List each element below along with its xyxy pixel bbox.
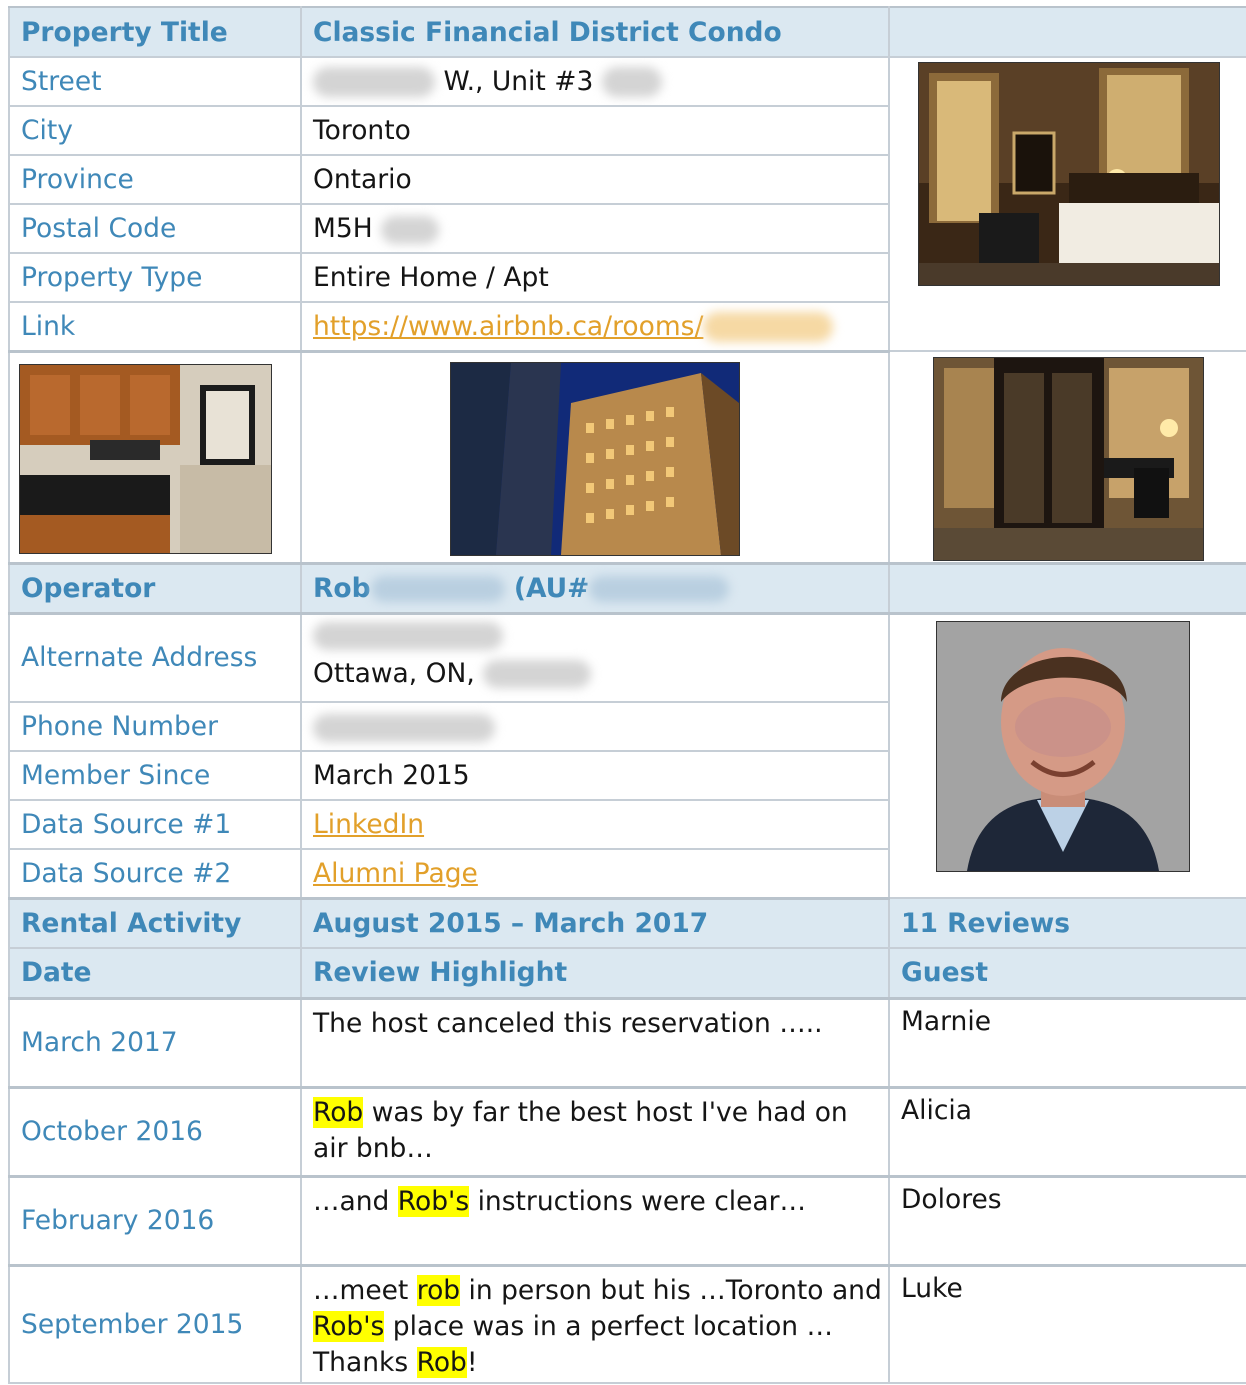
listing-link[interactable]: https://www.airbnb.ca/rooms/ <box>313 311 703 342</box>
operator-value-cell: Rob (AU# <box>301 563 890 615</box>
phone-number-label: Phone Number <box>8 702 302 752</box>
review-guest: Dolores <box>889 1176 1246 1267</box>
review-row: September 2015 …meet rob in person but h… <box>8 1265 1246 1384</box>
review-text: …meet <box>313 1274 417 1306</box>
operator-name: Rob <box>313 572 371 604</box>
redacted-street-number <box>313 67 435 98</box>
review-highlight-column-header: Review Highlight <box>301 948 890 1000</box>
data-source-1-cell: LinkedIn <box>301 800 890 850</box>
operator-empty-cell <box>889 563 1246 615</box>
redacted-listing-id <box>703 312 834 342</box>
review-guest: Marnie <box>889 998 1246 1089</box>
review-highlight: …and Rob's instructions were clear… <box>301 1176 890 1267</box>
street-value: W., Unit #3 <box>443 65 594 97</box>
member-since-value: March 2015 <box>301 751 890 801</box>
operator-label: Operator <box>8 563 302 615</box>
property-type-value: Entire Home / Apt <box>301 253 890 303</box>
review-guest: Alicia <box>889 1087 1246 1178</box>
reviews-header-row: Date Review Highlight Guest <box>8 948 1246 1000</box>
alternate-address-label: Alternate Address <box>8 613 302 703</box>
rental-activity-range: August 2015 – March 2017 <box>301 898 890 949</box>
rental-activity-row: Rental Activity August 2015 – March 2017… <box>8 898 1246 949</box>
linkedin-link[interactable]: LinkedIn <box>313 809 424 840</box>
operator-portrait <box>936 621 1190 872</box>
review-row: October 2016 Rob was by far the best hos… <box>8 1087 1246 1178</box>
header-empty-cell <box>889 6 1246 58</box>
review-highlight: …meet rob in person but his …Toronto and… <box>301 1265 890 1384</box>
highlighted-name: rob <box>416 1274 461 1306</box>
street-label: Street <box>8 57 302 107</box>
redacted-unit-number <box>601 67 662 98</box>
redacted-au-number <box>589 576 730 602</box>
date-column-header: Date <box>8 948 302 1000</box>
data-source-2-label: Data Source #2 <box>8 849 302 900</box>
redacted-phone-number <box>313 713 495 742</box>
highlighted-name: Rob's <box>397 1185 470 1217</box>
property-title-label: Property Title <box>8 6 302 58</box>
review-date: October 2016 <box>8 1087 302 1178</box>
property-title-value: Classic Financial District Condo <box>301 6 890 58</box>
member-since-label: Member Since <box>8 751 302 801</box>
province-label: Province <box>8 155 302 205</box>
highlighted-name: Rob <box>416 1346 467 1378</box>
review-text: in person but his …Toronto and <box>460 1274 882 1306</box>
review-highlight: The host canceled this reservation ….. <box>301 998 890 1089</box>
kitchen-photo <box>19 364 272 554</box>
city-label: City <box>8 106 302 156</box>
guest-column-header: Guest <box>889 948 1246 1000</box>
review-guest: Luke <box>889 1265 1246 1384</box>
phone-number-cell <box>301 702 890 752</box>
property-title-row: Property Title Classic Financial Distric… <box>8 6 1246 58</box>
redacted-operator-surname <box>370 576 505 602</box>
data-source-2-cell: Alumni Page <box>301 849 890 900</box>
review-count: 11 Reviews <box>889 898 1246 949</box>
bedroom-photo <box>918 62 1220 286</box>
review-date: March 2017 <box>8 998 302 1089</box>
alumni-page-link[interactable]: Alumni Page <box>313 858 478 889</box>
link-label: Link <box>8 302 302 353</box>
redacted-street-address <box>313 622 503 651</box>
highlighted-name: Rob's <box>313 1310 385 1342</box>
review-row: February 2016 …and Rob's instructions we… <box>8 1176 1246 1267</box>
rental-activity-label: Rental Activity <box>8 898 302 949</box>
street-value-cell: W., Unit #3 <box>301 57 890 107</box>
property-type-label: Property Type <box>8 253 302 303</box>
review-text: place was in a perfect location … Thanks <box>313 1310 833 1378</box>
operator-row: Operator Rob (AU# <box>8 563 1246 615</box>
redacted-postal-suffix <box>381 215 440 244</box>
review-row: March 2017 The host canceled this reserv… <box>8 998 1246 1089</box>
review-text: …and <box>313 1185 398 1217</box>
link-cell: https://www.airbnb.ca/rooms/ <box>301 302 890 353</box>
review-text: ! <box>466 1346 478 1378</box>
data-source-1-label: Data Source #1 <box>8 800 302 850</box>
operator-au-prefix: (AU# <box>513 572 590 604</box>
postal-code-label: Postal Code <box>8 204 302 254</box>
wardrobe-photo <box>933 357 1204 561</box>
redacted-address-postal <box>483 660 592 689</box>
highlighted-name: Rob <box>313 1096 364 1128</box>
review-text: The host canceled this reservation ….. <box>313 1007 823 1039</box>
review-text: was by far the best host I've had on air… <box>313 1096 848 1164</box>
review-date: September 2015 <box>8 1265 302 1384</box>
postal-code-cell: M5H <box>301 204 890 254</box>
postal-code-value: M5H <box>313 213 373 244</box>
building-photo <box>450 362 740 556</box>
review-text: instructions were clear… <box>469 1185 807 1217</box>
alternate-address-city: Ottawa, ON, <box>313 657 475 689</box>
alternate-address-cell: Ottawa, ON, <box>301 613 890 703</box>
review-date: February 2016 <box>8 1176 302 1267</box>
province-value: Ontario <box>301 155 890 205</box>
city-value: Toronto <box>301 106 890 156</box>
review-highlight: Rob was by far the best host I've had on… <box>301 1087 890 1178</box>
